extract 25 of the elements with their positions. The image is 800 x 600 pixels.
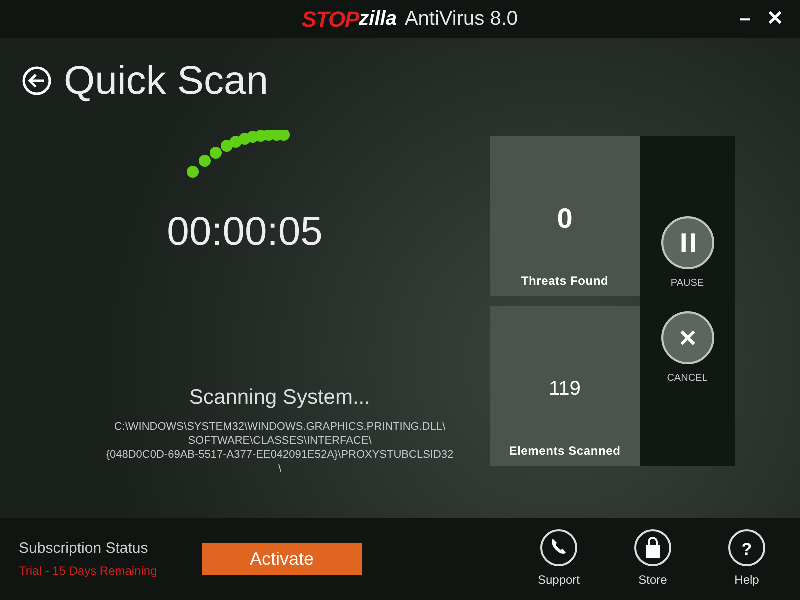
footer-link[interactable]: Store [638, 571, 668, 589]
stat-label: Threats Found [521, 273, 609, 290]
elapsed-time: 00:00:05 [167, 209, 323, 256]
scan-status: Scanning System... [190, 385, 370, 411]
stat-value: 0 [557, 202, 573, 236]
page-heading: Quick Scan [64, 58, 269, 105]
action-label: CANCEL [667, 372, 708, 386]
stat-value: 119 [549, 377, 581, 402]
subscription-detail: Trial - 15 Days Remaining [19, 563, 158, 580]
stat-label: Elements Scanned [509, 443, 621, 460]
help-icon[interactable]: ? [728, 529, 766, 567]
cancel-button[interactable] [660, 311, 714, 365]
subscription-title: Subscription Status [19, 538, 150, 559]
window-title: AntiVirus 8.0 [404, 7, 518, 32]
phone-icon[interactable] [540, 529, 578, 567]
minimize-button[interactable]: – [740, 4, 751, 34]
footer-link[interactable]: Support [538, 571, 580, 589]
scanned-file-path: C:\WINDOWS\SYSTEM32\WINDOWS.GRAPHICS.PRINTING.DLL\ SOFTWARE\CLASSES\INTERFACE\ {048D0C0D-69AB-5517-A377-EE042091E52A}\PROXYSTUBCLSID32 \ [106, 420, 454, 476]
close-button[interactable]: ✕ [767, 4, 784, 34]
shopping-bag-icon[interactable] [634, 529, 672, 567]
action-label: PAUSE [670, 277, 704, 291]
pause-button[interactable] [660, 216, 714, 270]
logo-text: zilla [359, 7, 397, 32]
logo-text: STOP [302, 6, 360, 34]
footer-link[interactable]: Help [734, 571, 760, 589]
